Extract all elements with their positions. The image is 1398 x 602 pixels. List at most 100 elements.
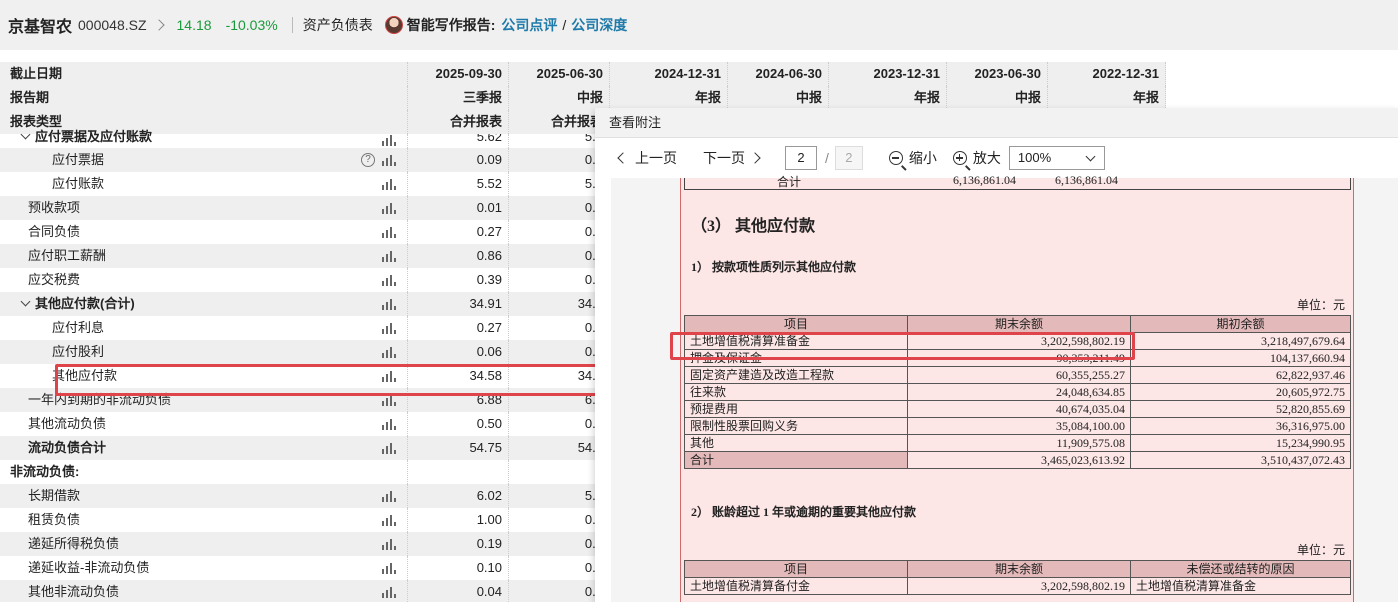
table-cell: 60,355,255.27 <box>907 366 1131 384</box>
type-cell: 合并报表 <box>408 110 509 134</box>
header-row-period: 报告期 三季报 中报 年报 中报 年报 中报 年报 <box>0 86 1166 110</box>
bar-chart-icon[interactable] <box>382 562 396 574</box>
row-label: 其他应付款(合计) <box>35 296 135 311</box>
row-label: 报告期 <box>0 86 408 110</box>
table-cell: 3,465,023,613.92 <box>907 451 1131 469</box>
bar-chart-icon[interactable] <box>382 178 396 190</box>
table-cell: 62,822,937.46 <box>1130 366 1351 384</box>
stock-header: 京基智农 000048.SZ 14.18 -10.03% 资产负债表 智能写作报… <box>0 0 1398 50</box>
bar-chart-icon[interactable] <box>382 514 396 526</box>
row-label-cell: 应付职工薪酬 <box>0 244 408 268</box>
value-cell: 0.04 <box>408 580 509 602</box>
section-title: （3） 其他应付款 <box>691 218 816 235</box>
column-header[interactable]: 2023-06-30 <box>947 62 1048 86</box>
chevron-right-icon[interactable] <box>152 19 165 31</box>
table-cell: 52,820,855.69 <box>1130 400 1351 418</box>
bar-chart-icon[interactable] <box>382 226 396 238</box>
highlight-box-doc <box>670 332 1135 360</box>
row-label: 预收款项 <box>28 200 81 215</box>
table-row: 往来款 24,048,634.85 20,605,972.75 <box>684 383 1351 401</box>
header-row-date: 截止日期 2025-09-30 2025-06-30 2024-12-31 20… <box>0 62 1166 86</box>
row-label-cell: 递延收益-非流动负债 <box>0 556 408 580</box>
bar-chart-icon[interactable] <box>382 274 396 286</box>
value-cell: 0.19 <box>408 532 509 556</box>
column-header[interactable]: 2023-12-31 <box>829 62 947 86</box>
row-label-cell: 非流动负债: <box>0 460 408 484</box>
collapse-caret-icon[interactable] <box>20 296 31 307</box>
row-label-cell: 应付票据及应付账款 <box>0 129 408 148</box>
table-cell: 11,909,575.08 <box>907 434 1131 452</box>
divider <box>291 17 293 33</box>
previous-table-total-row: 合计 6,136,861.04 6,136,861.04 <box>684 173 1351 190</box>
zoom-out-button[interactable]: 缩小 <box>888 148 937 168</box>
bar-chart-icon[interactable] <box>382 202 396 214</box>
company-depth-link[interactable]: 公司深度 <box>571 15 627 35</box>
document-page: 合计 6,136,861.04 6,136,861.04 （3） 其他应付款 1… <box>680 173 1354 602</box>
chevron-left-icon <box>617 152 629 164</box>
value-cell: 54.75 <box>408 436 509 460</box>
column-header[interactable]: 2025-06-30 <box>509 62 610 86</box>
table-cell: 预提费用 <box>684 400 908 418</box>
table-cell: 往来款 <box>684 383 908 401</box>
bar-chart-icon[interactable] <box>382 154 396 166</box>
prev-page-button[interactable]: 上一页 <box>617 148 677 168</box>
zoom-select[interactable]: 100% <box>1008 146 1105 170</box>
page-number-input[interactable]: 2 <box>785 146 817 170</box>
row-label-cell: 递延所得税负债 <box>0 532 408 556</box>
row-label: 截止日期 <box>0 62 408 86</box>
bar-chart-icon[interactable] <box>382 346 396 358</box>
company-review-link[interactable]: 公司点评 <box>501 15 557 35</box>
value-cell: 0.27 <box>408 316 509 340</box>
page-separator: / <box>825 150 829 166</box>
help-icon[interactable]: ? <box>361 153 375 167</box>
bar-chart-icon[interactable] <box>382 298 396 310</box>
column-header[interactable]: 2024-12-31 <box>610 62 728 86</box>
stock-name[interactable]: 京基智农 <box>8 13 72 37</box>
column-header: 期末余额 <box>907 315 1131 333</box>
panel-title: 查看附注 <box>595 108 1398 138</box>
row-label: 应付利息 <box>52 320 105 335</box>
chevron-down-icon <box>1085 151 1096 162</box>
avatar-icon <box>384 16 403 34</box>
value-cell <box>408 460 509 484</box>
table-row: 土地增值税清算备付金 3,202,598,802.19 土地增值税清算准备金 <box>684 577 1351 595</box>
bar-chart-icon[interactable] <box>382 250 396 262</box>
bar-chart-icon[interactable] <box>382 490 396 502</box>
period-cell: 三季报 <box>408 86 509 110</box>
table-row: 限制性股票回购义务 35,084,100.00 36,316,975.00 <box>684 417 1351 435</box>
value-cell: 0.50 <box>408 412 509 436</box>
table-header-row: 项目 期末余额 期初余额 <box>684 315 1351 333</box>
page-total: 2 <box>834 146 863 170</box>
sheet-title: 资产负债表 <box>302 17 373 33</box>
table-row: 固定资产建造及改造工程款 60,355,255.27 62,822,937.46 <box>684 366 1351 384</box>
subsection-title: 1） 按款项性质列示其他应付款 <box>691 260 857 274</box>
table-row: 预提费用 40,674,035.04 52,820,855.69 <box>684 400 1351 418</box>
row-label-cell: 应付利息 <box>0 316 408 340</box>
ai-report-label: 智能写作报告: <box>406 17 496 33</box>
value-cell: 1.00 <box>408 508 509 532</box>
row-label-cell: 其他流动负债 <box>0 412 408 436</box>
column-header[interactable]: 2024-06-30 <box>728 62 829 86</box>
column-header[interactable]: 2025-09-30 <box>408 62 509 86</box>
prev-total-b: 6,136,861.04 <box>1055 173 1118 187</box>
zoom-in-button[interactable]: 放大 <box>952 148 1001 168</box>
table-cell: 3,510,437,072.43 <box>1130 451 1351 469</box>
row-label: 其他非流动负债 <box>28 584 120 599</box>
bar-chart-icon[interactable] <box>382 586 396 598</box>
table-cell: 土地增值税清算准备金 <box>1130 577 1351 595</box>
highlight-box <box>55 364 640 396</box>
bar-chart-icon[interactable] <box>382 538 396 550</box>
row-label-cell: 应付账款 <box>0 172 408 196</box>
pdf-toolbar: 上一页 下一页 2 / 2 缩小 放大 100% <box>595 138 1398 178</box>
next-page-button[interactable]: 下一页 <box>703 148 761 168</box>
bar-chart-icon[interactable] <box>382 322 396 334</box>
row-label: 递延收益-非流动负债 <box>28 560 150 575</box>
bar-chart-icon[interactable] <box>382 442 396 454</box>
column-header[interactable]: 2022-12-31 <box>1048 62 1166 86</box>
period-cell: 中报 <box>728 86 829 110</box>
column-header: 项目 <box>684 560 908 578</box>
bar-chart-icon[interactable] <box>382 418 396 430</box>
row-label: 应付职工薪酬 <box>28 248 107 263</box>
row-label-cell: 其他非流动负债 <box>0 580 408 602</box>
bar-chart-icon[interactable] <box>382 134 396 146</box>
